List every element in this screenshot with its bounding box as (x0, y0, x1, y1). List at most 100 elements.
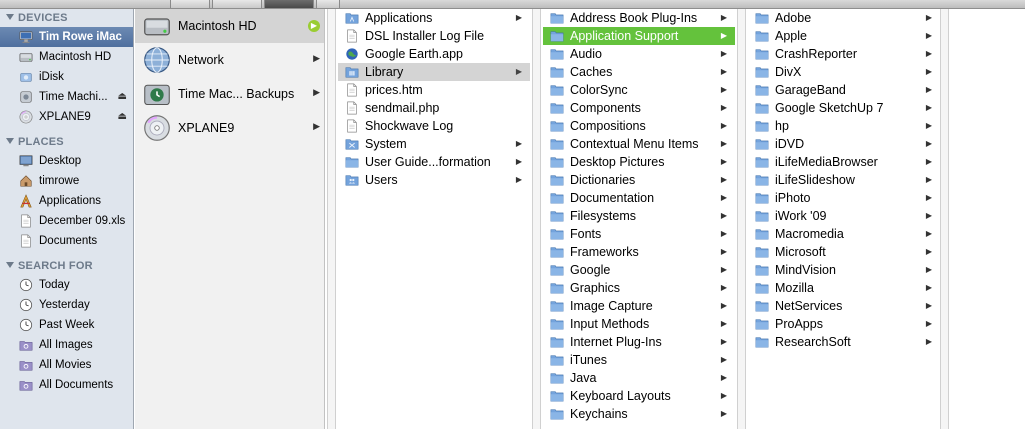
column-item-network[interactable]: Network ▶ (135, 43, 324, 77)
disclosure-triangle-icon[interactable] (6, 138, 14, 144)
sidebar-item-all-movies[interactable]: All Movies (0, 355, 133, 375)
column-item-garageband[interactable]: GarageBand ▶ (748, 81, 940, 99)
folder-icon (549, 119, 565, 133)
column-item-sendmail-php[interactable]: sendmail.php (338, 99, 530, 117)
sidebar-item-all-documents[interactable]: All Documents (0, 375, 133, 395)
column-item-xplane9[interactable]: XPLANE9 ▶ (135, 111, 324, 145)
column-item-components[interactable]: Components ▶ (543, 99, 735, 117)
sidebar-item-december-09-xls[interactable]: December 09.xls (0, 211, 133, 231)
column-item-researchsoft[interactable]: ResearchSoft ▶ (748, 333, 940, 351)
column-item-user-guide-formation[interactable]: User Guide...formation ▶ (338, 153, 530, 171)
sidebar-item-tim-rowe-imac[interactable]: Tim Rowe iMac (0, 27, 133, 47)
column-item-address-book-plug-ins[interactable]: Address Book Plug-Ins ▶ (543, 9, 735, 27)
column-item-image-capture[interactable]: Image Capture ▶ (543, 297, 735, 315)
column-item-keyboard-layouts[interactable]: Keyboard Layouts ▶ (543, 387, 735, 405)
column-item-divx[interactable]: DivX ▶ (748, 63, 940, 81)
column-item-itunes[interactable]: iTunes ▶ (543, 351, 735, 369)
column-item-proapps[interactable]: ProApps ▶ (748, 315, 940, 333)
sidebar-item-yesterday[interactable]: Yesterday (0, 295, 133, 315)
column-item-system[interactable]: System ▶ (338, 135, 530, 153)
view-coverflow-button[interactable] (316, 0, 340, 8)
column-item-google-earth-app[interactable]: Google Earth.app (338, 45, 530, 63)
column-item-users[interactable]: Users ▶ (338, 171, 530, 189)
eject-icon[interactable]: ⏏ (118, 107, 127, 127)
column-item-application-support[interactable]: Application Support ▶ (543, 27, 735, 45)
column-item-audio[interactable]: Audio ▶ (543, 45, 735, 63)
column-item-ilifeslideshow[interactable]: iLifeSlideshow ▶ (748, 171, 940, 189)
column-item-microsoft[interactable]: Microsoft ▶ (748, 243, 940, 261)
disclosure-arrow-icon: ▶ (925, 31, 932, 40)
column-item-colorsync[interactable]: ColorSync ▶ (543, 81, 735, 99)
column-item-label: iDVD (775, 137, 805, 151)
column-item-label: Keychains (570, 407, 628, 421)
sidebar-item-documents[interactable]: Documents (0, 231, 133, 251)
sidebar-section-title: DEVICES (18, 12, 68, 24)
column-item-google[interactable]: Google ▶ (543, 261, 735, 279)
sidebar-item-applications[interactable]: Applications (0, 191, 133, 211)
view-icon-button[interactable] (170, 0, 210, 8)
column-item-desktop-pictures[interactable]: Desktop Pictures ▶ (543, 153, 735, 171)
disclosure-triangle-icon[interactable] (6, 14, 14, 20)
sidebar-item-timrowe[interactable]: timrowe (0, 171, 133, 191)
disclosure-arrow-icon: ▶ (925, 283, 932, 292)
sidebar-item-idisk[interactable]: iDisk (0, 67, 133, 87)
sidebar-section-search-for[interactable]: SEARCH FOR (0, 257, 133, 275)
column-item-internet-plug-ins[interactable]: Internet Plug-Ins ▶ (543, 333, 735, 351)
sidebar-item-past-week[interactable]: Past Week (0, 315, 133, 335)
column-item-adobe[interactable]: Adobe ▶ (748, 9, 940, 27)
column-item-ilifemediabrowser[interactable]: iLifeMediaBrowser ▶ (748, 153, 940, 171)
column-item-caches[interactable]: Caches ▶ (543, 63, 735, 81)
column-item-fonts[interactable]: Fonts ▶ (543, 225, 735, 243)
column-item-input-methods[interactable]: Input Methods ▶ (543, 315, 735, 333)
column-item-netservices[interactable]: NetServices ▶ (748, 297, 940, 315)
column-item-compositions[interactable]: Compositions ▶ (543, 117, 735, 135)
column-item-hp[interactable]: hp ▶ (748, 117, 940, 135)
sidebar-item-desktop[interactable]: Desktop (0, 151, 133, 171)
column-item-iwork-09[interactable]: iWork '09 ▶ (748, 207, 940, 225)
column-item-prices-htm[interactable]: prices.htm (338, 81, 530, 99)
column-resize-handle[interactable] (327, 9, 336, 429)
sidebar-item-macintosh-hd[interactable]: Macintosh HD (0, 47, 133, 67)
column-item-time-mac-backups[interactable]: Time Mac... Backups ▶ (135, 77, 324, 111)
column-item-google-sketchup-7[interactable]: Google SketchUp 7 ▶ (748, 99, 940, 117)
view-column-button[interactable] (264, 0, 314, 8)
column-item-contextual-menu-items[interactable]: Contextual Menu Items ▶ (543, 135, 735, 153)
column-item-iphoto[interactable]: iPhoto ▶ (748, 189, 940, 207)
column-item-library[interactable]: Library ▶ (338, 63, 530, 81)
folder-icon (549, 173, 565, 187)
column-resize-handle[interactable] (737, 9, 746, 429)
sidebar-item-time-machi[interactable]: Time Machi... ⏏ (0, 87, 133, 107)
column-item-label: Dictionaries (570, 173, 636, 187)
column-item-applications[interactable]: Applications ▶ (338, 9, 530, 27)
sidebar-item-today[interactable]: Today (0, 275, 133, 295)
column-item-macintosh-hd[interactable]: Macintosh HD ▶ (135, 9, 324, 43)
sidebar-item-all-images[interactable]: All Images (0, 335, 133, 355)
sidebar-section-devices[interactable]: DEVICES (0, 9, 133, 27)
folder-icon (549, 281, 565, 295)
column-item-dsl-installer-log-file[interactable]: DSL Installer Log File (338, 27, 530, 45)
sidebar-item-xplane9[interactable]: XPLANE9 ⏏ (0, 107, 133, 127)
column-resize-handle[interactable] (940, 9, 949, 429)
view-list-button[interactable] (212, 0, 262, 8)
column-resize-handle[interactable] (532, 9, 541, 429)
column-item-shockwave-log[interactable]: Shockwave Log (338, 117, 530, 135)
eject-icon[interactable]: ⏏ (118, 87, 127, 107)
column-item-mindvision[interactable]: MindVision ▶ (748, 261, 940, 279)
column-item-macromedia[interactable]: Macromedia ▶ (748, 225, 940, 243)
column-item-filesystems[interactable]: Filesystems ▶ (543, 207, 735, 225)
sidebar-section-places[interactable]: PLACES (0, 133, 133, 151)
column-item-label: NetServices (775, 299, 843, 313)
column-item-documentation[interactable]: Documentation ▶ (543, 189, 735, 207)
column-item-frameworks[interactable]: Frameworks ▶ (543, 243, 735, 261)
column-item-apple[interactable]: Apple ▶ (748, 27, 940, 45)
column-item-graphics[interactable]: Graphics ▶ (543, 279, 735, 297)
column-item-idvd[interactable]: iDVD ▶ (748, 135, 940, 153)
document-icon (19, 234, 33, 248)
column-item-crashreporter[interactable]: CrashReporter ▶ (748, 45, 940, 63)
column-item-dictionaries[interactable]: Dictionaries ▶ (543, 171, 735, 189)
column-item-keychains[interactable]: Keychains ▶ (543, 405, 735, 423)
column-item-mozilla[interactable]: Mozilla ▶ (748, 279, 940, 297)
column-item-java[interactable]: Java ▶ (543, 369, 735, 387)
disclosure-arrow-icon: ▶ (720, 103, 727, 112)
disclosure-triangle-icon[interactable] (6, 262, 14, 268)
